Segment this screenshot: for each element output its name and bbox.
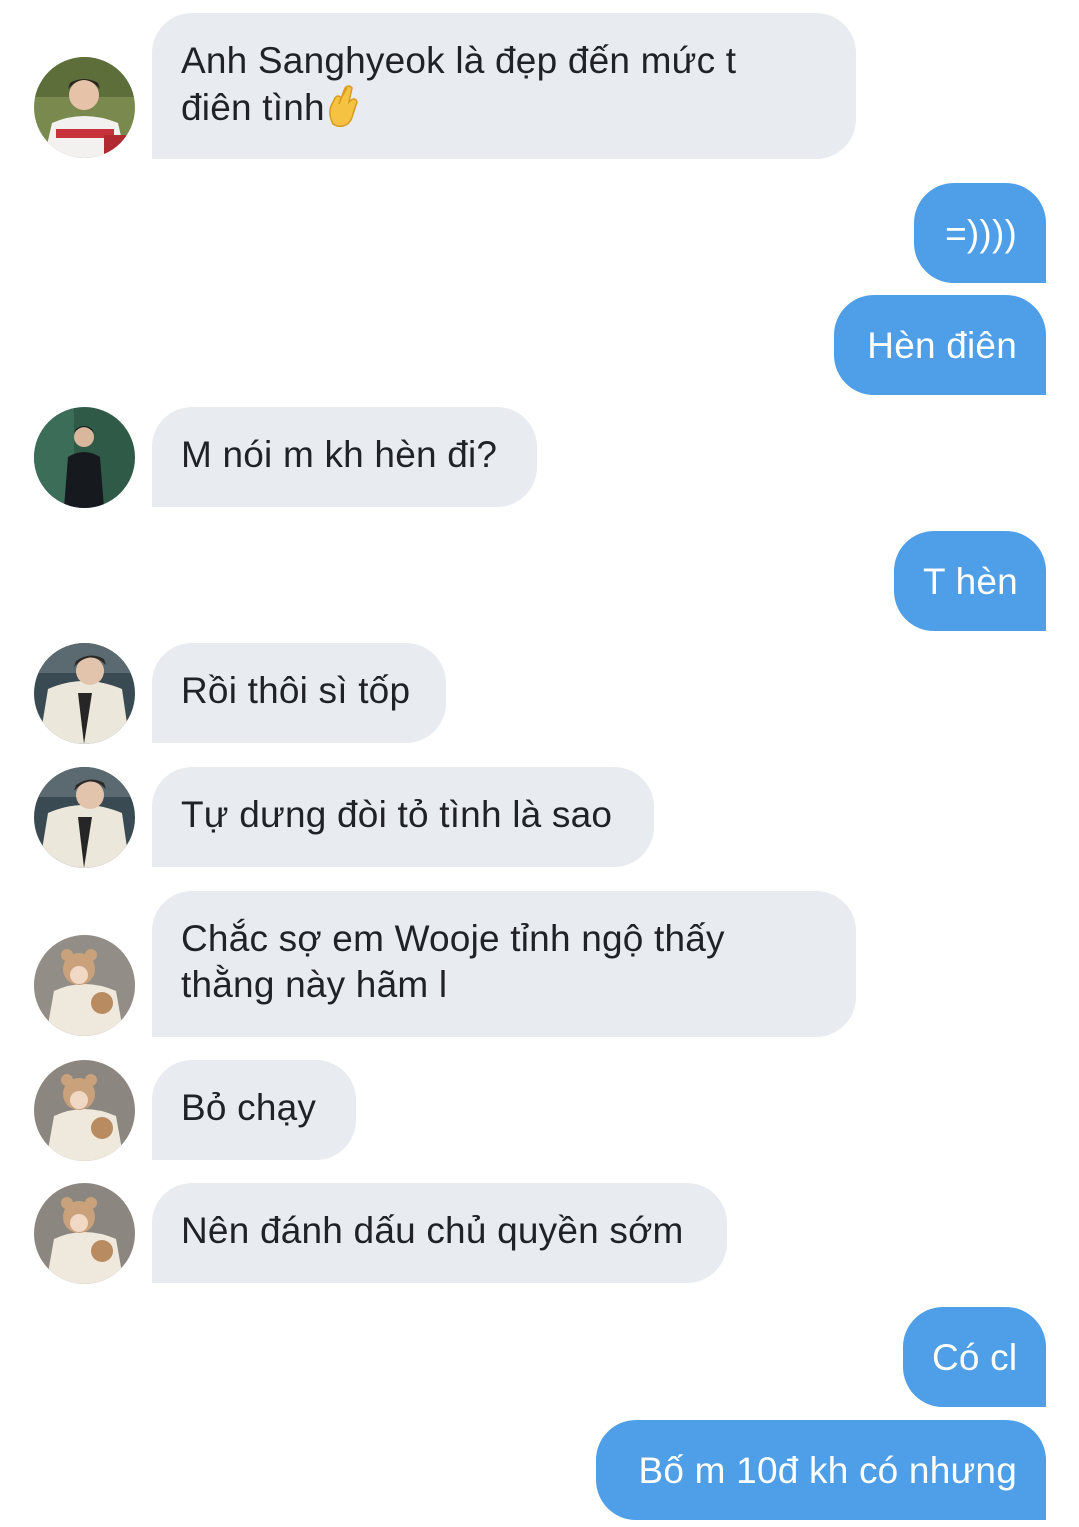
message-bubble-incoming[interactable]: Tự dưng đòi tỏ tình là sao bbox=[152, 767, 654, 867]
message-text: Rồi thôi sì tốp bbox=[181, 670, 411, 711]
message-bubble-outgoing[interactable]: Bố m 10đ kh có nhưng bbox=[596, 1420, 1046, 1520]
message-text: =)))) bbox=[945, 213, 1017, 254]
sender-avatar[interactable] bbox=[34, 767, 135, 868]
message-bubble-incoming[interactable]: Nên đánh dấu chủ quyền sớm bbox=[152, 1183, 727, 1283]
message-bubble-incoming[interactable]: Chắc sợ em Wooje tỉnh ngộ thấy thằng này… bbox=[152, 891, 856, 1037]
message-bubble-incoming[interactable]: Rồi thôi sì tốp bbox=[152, 643, 446, 743]
message-text: Hèn điên bbox=[867, 325, 1017, 366]
message-text: Bỏ chạy bbox=[181, 1087, 317, 1128]
message-text: T hèn bbox=[923, 561, 1018, 602]
avatar-bear-hat-icon bbox=[34, 935, 135, 1036]
sender-avatar[interactable] bbox=[34, 1183, 135, 1284]
sender-avatar[interactable] bbox=[34, 935, 135, 1036]
chat-thread: Anh Sanghyeok là đẹp đến mức t điên tình… bbox=[0, 0, 1079, 1527]
message-text: thằng này hãm l bbox=[181, 964, 448, 1005]
avatar-baseball-jersey-icon bbox=[34, 57, 135, 158]
message-bubble-outgoing[interactable]: Hèn điên bbox=[834, 295, 1046, 395]
sender-avatar[interactable] bbox=[34, 1060, 135, 1161]
avatar-bear-hat-icon bbox=[34, 1060, 135, 1161]
message-bubble-outgoing[interactable]: =)))) bbox=[914, 183, 1046, 283]
message-bubble-incoming[interactable]: M nói m kh hèn đi? bbox=[152, 407, 537, 507]
avatar-white-jacket-icon bbox=[34, 643, 135, 744]
message-text: Chắc sợ em Wooje tỉnh ngộ thấy bbox=[181, 918, 725, 959]
message-text: Tự dưng đòi tỏ tình là sao bbox=[181, 794, 613, 835]
fingers-crossed-icon bbox=[328, 85, 358, 127]
message-text: điên tình bbox=[181, 87, 325, 128]
message-text: Có cl bbox=[932, 1337, 1018, 1378]
avatar-dark-suit-icon bbox=[34, 407, 135, 508]
message-bubble-incoming[interactable]: Anh Sanghyeok là đẹp đến mức t điên tình bbox=[152, 13, 856, 159]
message-text: M nói m kh hèn đi? bbox=[181, 434, 498, 475]
message-text: Bố m 10đ kh có nhưng bbox=[638, 1450, 1017, 1491]
message-bubble-outgoing[interactable]: Có cl bbox=[903, 1307, 1046, 1407]
sender-avatar[interactable] bbox=[34, 57, 135, 158]
message-bubble-outgoing[interactable]: T hèn bbox=[894, 531, 1046, 631]
message-text: Anh Sanghyeok là đẹp đến mức t bbox=[181, 40, 737, 81]
message-bubble-incoming[interactable]: Bỏ chạy bbox=[152, 1060, 356, 1160]
avatar-bear-hat-icon bbox=[34, 1183, 135, 1284]
sender-avatar[interactable] bbox=[34, 643, 135, 744]
sender-avatar[interactable] bbox=[34, 407, 135, 508]
avatar-white-jacket-icon bbox=[34, 767, 135, 868]
message-text: Nên đánh dấu chủ quyền sớm bbox=[181, 1210, 684, 1251]
